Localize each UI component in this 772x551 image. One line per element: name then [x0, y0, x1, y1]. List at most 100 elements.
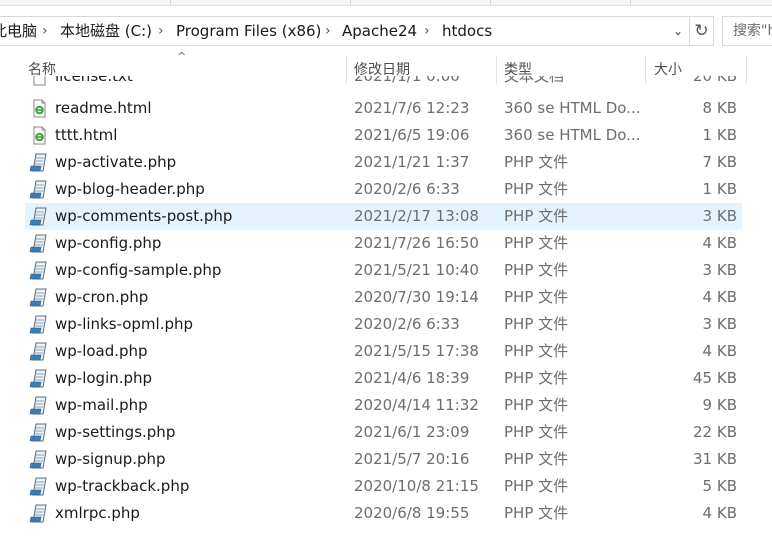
chevron-right-icon[interactable]: › — [158, 17, 164, 45]
file-type: 360 se HTML Do... — [504, 99, 641, 117]
php-file-icon — [29, 315, 47, 334]
file-name: wp-load.php — [55, 342, 148, 360]
php-file-icon — [29, 396, 47, 415]
file-row[interactable]: wp-login.php 2021/4/6 18:39 PHP 文件 45 KB — [25, 365, 742, 392]
file-name: wp-activate.php — [55, 153, 177, 171]
file-type: PHP 文件 — [504, 342, 569, 360]
file-row[interactable]: wp-links-opml.php 2020/2/6 6:33 PHP 文件 3 KB — [25, 311, 742, 338]
file-name: wp-config-sample.php — [55, 261, 222, 279]
file-name: wp-login.php — [55, 369, 153, 387]
file-date: 2020/6/8 19:55 — [354, 504, 470, 522]
file-row[interactable]: wp-config.php 2021/7/26 16:50 PHP 文件 4 KB — [25, 230, 742, 257]
file-date: 2020/4/14 11:32 — [354, 396, 479, 414]
file-date: 2021/6/1 23:09 — [354, 423, 470, 441]
file-type: PHP 文件 — [504, 396, 569, 414]
ribbon-strip — [0, 0, 772, 6]
breadcrumb-htdocs[interactable]: htdocs — [442, 17, 492, 45]
chevron-right-icon[interactable]: › — [424, 17, 430, 45]
php-file-icon — [29, 342, 47, 361]
breadcrumb-this-pc[interactable]: 此电脑 — [0, 17, 37, 45]
file-date: 2020/2/6 6:33 — [354, 315, 460, 333]
search-input[interactable]: 搜索"h — [722, 16, 772, 46]
file-size: 4 KB — [702, 234, 737, 252]
php-file-icon — [29, 504, 47, 523]
file-row[interactable]: readme.html 2021/7/6 12:23 360 se HTML Do.… — [25, 95, 742, 122]
sort-ascending-icon: ^ — [177, 50, 187, 63]
file-date: 2021/4/6 18:39 — [354, 369, 470, 387]
file-name: wp-blog-header.php — [55, 180, 205, 198]
file-date: 2021/2/17 13:08 — [354, 207, 479, 225]
file-size: 4 KB — [702, 288, 737, 306]
file-row[interactable]: wp-cron.php 2020/7/30 19:14 PHP 文件 4 KB — [25, 284, 742, 311]
file-size: 3 KB — [702, 207, 737, 225]
file-size: 20 KB — [693, 76, 737, 85]
file-size: 3 KB — [702, 261, 737, 279]
file-size: 4 KB — [702, 504, 737, 522]
chevron-right-icon[interactable]: › — [42, 17, 48, 45]
php-file-icon — [29, 450, 47, 469]
file-row[interactable]: xmlrpc.php 2020/6/8 19:55 PHP 文件 4 KB — [25, 500, 742, 527]
file-size: 22 KB — [693, 423, 737, 441]
file-size: 1 KB — [702, 180, 737, 198]
file-size: 9 KB — [702, 396, 737, 414]
file-type: PHP 文件 — [504, 288, 569, 306]
file-row[interactable]: wp-signup.php 2021/5/7 20:16 PHP 文件 31 KB — [25, 446, 742, 473]
refresh-icon: ↻ — [694, 21, 709, 41]
file-date: 2020/2/6 6:33 — [354, 180, 460, 198]
file-type: PHP 文件 — [504, 450, 569, 468]
html-file-icon — [33, 126, 46, 145]
file-name: tttt.html — [55, 126, 118, 144]
breadcrumb-program-files[interactable]: Program Files (x86) — [176, 17, 321, 45]
file-date: 2021/6/5 19:06 — [354, 126, 470, 144]
file-row[interactable]: wp-comments-post.php 2021/2/17 13:08 PHP 文… — [25, 203, 742, 230]
file-name: wp-trackback.php — [55, 477, 190, 495]
refresh-button[interactable]: ↻ — [690, 16, 714, 46]
file-name: wp-signup.php — [55, 450, 166, 468]
file-size: 1 KB — [702, 126, 737, 144]
file-row[interactable]: tttt.html 2021/6/5 19:06 360 se HTML Do...… — [25, 122, 742, 149]
file-row[interactable]: wp-load.php 2021/5/15 17:38 PHP 文件 4 KB — [25, 338, 742, 365]
address-bar[interactable]: 此电脑 › 本地磁盘 (C:) › Program Files (x86) › … — [0, 16, 690, 46]
php-file-icon — [29, 153, 47, 172]
file-date: 2021/5/7 20:16 — [354, 450, 470, 468]
file-size: 4 KB — [702, 342, 737, 360]
file-row[interactable]: wp-mail.php 2020/4/14 11:32 PHP 文件 9 KB — [25, 392, 742, 419]
chevron-right-icon[interactable]: › — [325, 17, 331, 45]
file-row[interactable]: wp-blog-header.php 2020/2/6 6:33 PHP 文件 1 K… — [25, 176, 742, 203]
text-file-icon — [33, 76, 46, 86]
php-file-icon — [29, 261, 47, 280]
file-name: wp-config.php — [55, 234, 162, 252]
file-name: readme.html — [55, 99, 152, 117]
ribbon-separator — [170, 0, 171, 5]
column-divider[interactable] — [746, 56, 747, 84]
file-type: PHP 文件 — [504, 261, 569, 279]
file-size: 8 KB — [702, 99, 737, 117]
file-type: PHP 文件 — [504, 369, 569, 387]
file-row[interactable]: wp-trackback.php 2020/10/8 21:15 PHP 文件 5 K… — [25, 473, 742, 500]
file-row[interactable]: wp-activate.php 2021/1/21 1:37 PHP 文件 7 KB — [25, 149, 742, 176]
php-file-icon — [29, 369, 47, 388]
file-row[interactable]: wp-settings.php 2021/6/1 23:09 PHP 文件 22 KB — [25, 419, 742, 446]
file-row[interactable]: wp-config-sample.php 2021/5/21 10:40 PHP 文… — [25, 257, 742, 284]
ribbon-separator — [350, 0, 351, 5]
chevron-down-icon[interactable]: ⌄ — [668, 17, 688, 45]
breadcrumb-apache[interactable]: Apache24 — [342, 17, 417, 45]
file-date: 2021/7/6 12:23 — [354, 99, 470, 117]
file-name: wp-cron.php — [55, 288, 149, 306]
file-name: wp-links-opml.php — [55, 315, 194, 333]
file-date: 2020/10/8 21:15 — [354, 477, 479, 495]
breadcrumb-local-disk[interactable]: 本地磁盘 (C:) — [60, 17, 152, 45]
file-date: 2021/5/15 17:38 — [354, 342, 479, 360]
ribbon-separator — [630, 0, 631, 5]
file-type: 360 se HTML Do... — [504, 126, 641, 144]
file-row-partial[interactable]: license.txt 2021/1/1 0:00 文本文档 20 KB — [25, 76, 742, 90]
file-type: PHP 文件 — [504, 180, 569, 198]
file-name: wp-settings.php — [55, 423, 176, 441]
file-name: xmlrpc.php — [55, 504, 140, 522]
file-date: 2020/7/30 19:14 — [354, 288, 479, 306]
file-size: 31 KB — [693, 450, 737, 468]
php-file-icon — [29, 180, 47, 199]
php-file-icon — [29, 234, 47, 253]
file-type: PHP 文件 — [504, 234, 569, 252]
file-type: PHP 文件 — [504, 504, 569, 522]
